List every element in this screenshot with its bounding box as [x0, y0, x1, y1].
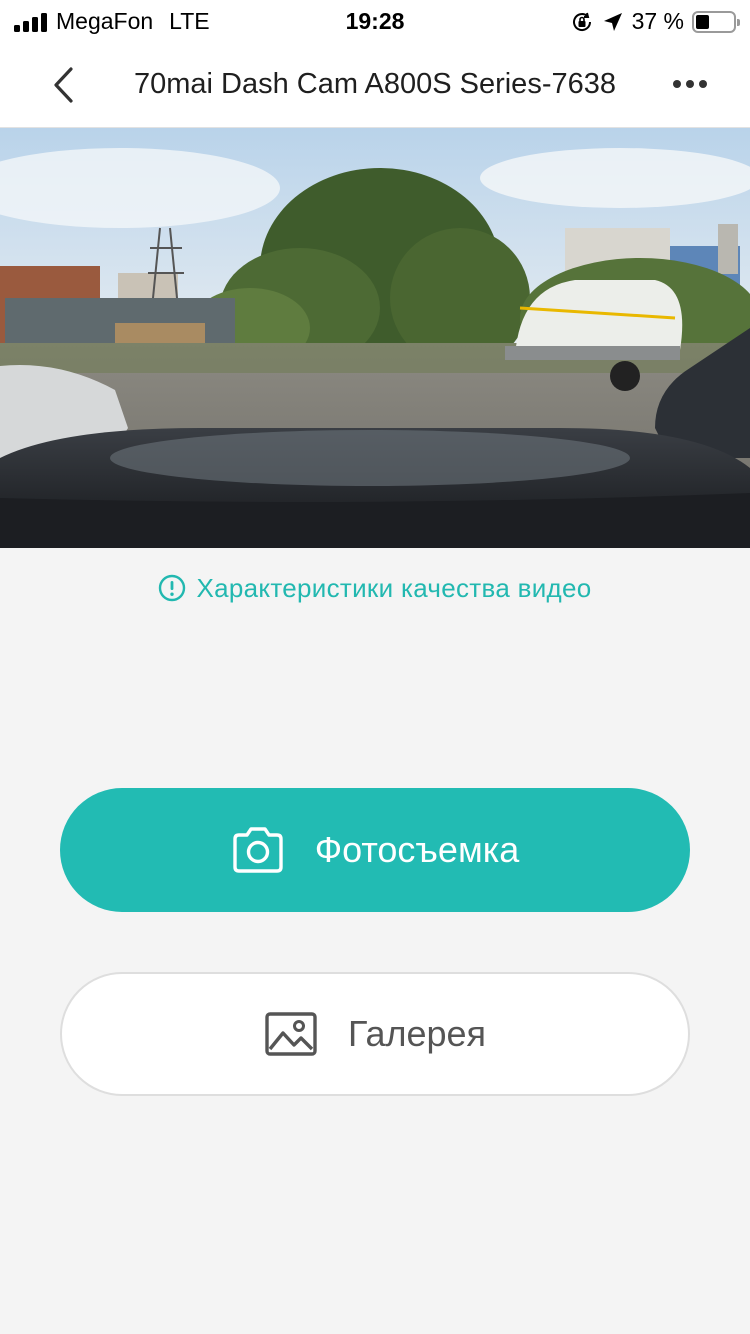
gallery-button-label: Галерея [347, 1013, 487, 1054]
photo-button[interactable]: Фотосъемка [60, 788, 690, 912]
more-dots-icon [673, 80, 681, 88]
photo-button-label: Фотосъемка [314, 829, 520, 870]
battery-icon [692, 10, 740, 33]
more-options-button[interactable] [668, 64, 712, 104]
battery-percent: 37 % [631, 8, 684, 34]
nav-bar: 70mai Dash Cam A800S Series-7638 [0, 42, 750, 128]
battery-level [696, 14, 710, 29]
gallery-button[interactable]: Галерея [60, 972, 690, 1096]
video-quality-label: Характеристики качества видео [196, 572, 592, 603]
location-arrow-icon [603, 12, 622, 31]
video-quality-link[interactable]: Характеристики качества видео [0, 570, 750, 606]
info-circle-icon [159, 574, 186, 602]
status-right: 37 % [570, 8, 740, 35]
camera-feed-image [0, 128, 750, 548]
image-icon [265, 1012, 317, 1056]
camera-icon [233, 827, 283, 873]
status-bar: MegaFon LTE 19:28 37 % [0, 0, 750, 42]
camera-preview[interactable] [0, 128, 750, 548]
orientation-lock-icon [572, 12, 591, 31]
page-title: 70mai Dash Cam A800S Series-7638 [134, 68, 616, 100]
